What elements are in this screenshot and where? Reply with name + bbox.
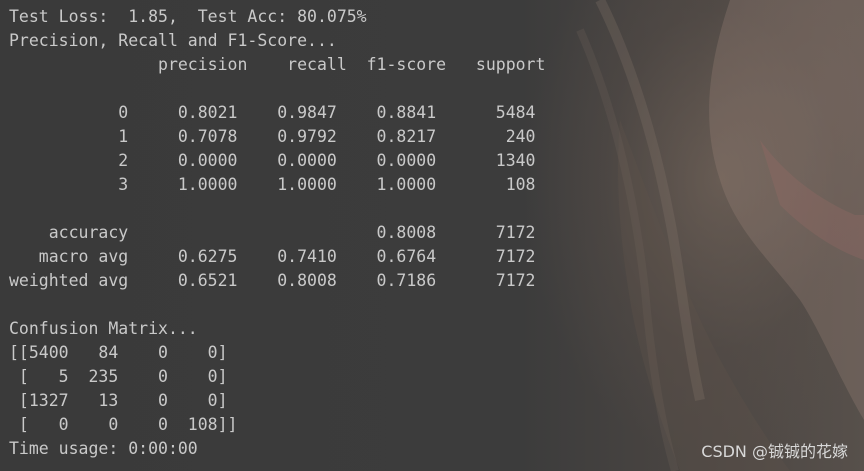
report-row-class-1: 1 0.7078 0.9792 0.8217 240 [9, 127, 536, 146]
report-row-weighted-avg: weighted avg 0.6521 0.8008 0.7186 7172 [9, 271, 536, 290]
confusion-matrix-row-3: [ 0 0 0 108]] [9, 415, 238, 434]
report-header-row: precision recall f1-score support [9, 55, 546, 74]
terminal-output[interactable]: — — -— -— -— — -— -— -— -— -— Test Loss:… [0, 0, 864, 471]
report-row-macro-avg: macro avg 0.6275 0.7410 0.6764 7172 [9, 247, 536, 266]
confusion-matrix-row-1: [ 5 235 0 0] [9, 367, 228, 386]
report-row-class-0: 0 0.8021 0.9847 0.8841 5484 [9, 103, 536, 122]
csdn-watermark: CSDN @铖铖的花嫁 [701, 442, 848, 461]
confusion-matrix-title: Confusion Matrix... [9, 319, 198, 338]
confusion-matrix-row-0: [[5400 84 0 0] [9, 343, 228, 362]
test-loss-line: Test Loss: 1.85, Test Acc: 80.075% [9, 7, 367, 26]
time-usage-line: Time usage: 0:00:00 [9, 439, 198, 458]
report-row-accuracy: accuracy 0.8008 7172 [9, 223, 536, 242]
confusion-matrix-row-2: [1327 13 0 0] [9, 391, 228, 410]
report-row-class-2: 2 0.0000 0.0000 0.0000 1340 [9, 151, 536, 170]
report-title-line: Precision, Recall and F1-Score... [9, 31, 337, 50]
report-row-class-3: 3 1.0000 1.0000 1.0000 108 [9, 175, 536, 194]
background-photo [576, 0, 864, 471]
